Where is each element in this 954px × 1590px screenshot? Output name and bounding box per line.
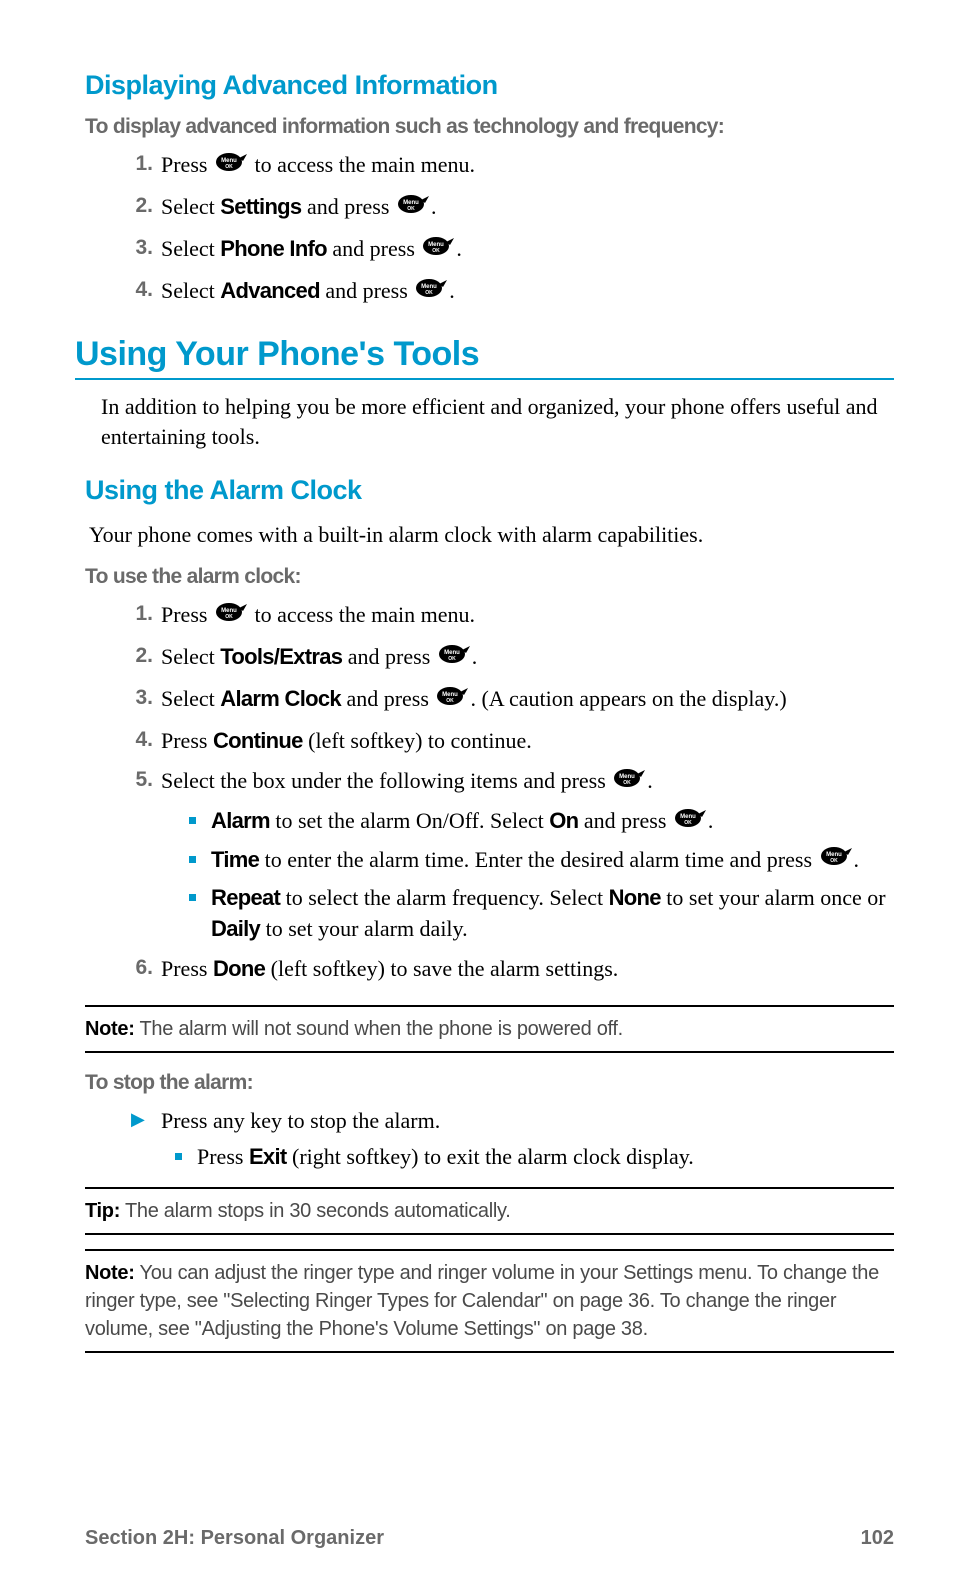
menu-key-icon <box>215 599 247 631</box>
step-2: Select Tools/Extras and press . <box>125 641 894 675</box>
heading-advanced-info: Displaying Advanced Information <box>85 70 894 101</box>
heading-using-tools: Using Your Phone's Tools <box>75 335 894 380</box>
sub-alarm: Alarm to set the alarm On/Off. Select On… <box>189 806 894 838</box>
step-4: Select Advanced and press . <box>125 275 894 309</box>
intro-alarm: Your phone comes with a built-in alarm c… <box>89 520 894 551</box>
step-5: Select the box under the following items… <box>125 765 894 945</box>
menu-key-icon <box>415 275 447 307</box>
menu-key-icon <box>613 765 645 797</box>
menu-key-icon <box>436 683 468 715</box>
heading-alarm-clock: Using the Alarm Clock <box>85 475 894 506</box>
sub-repeat: Repeat to select the alarm frequency. Se… <box>189 883 894 945</box>
menu-key-icon <box>674 806 706 837</box>
step-3: Select Alarm Clock and press . (A cautio… <box>125 683 894 717</box>
sub-exit: Press Exit (right softkey) to exit the a… <box>175 1142 894 1173</box>
intro-tools: In addition to helping you be more effic… <box>101 392 894 454</box>
section-displaying-advanced: Displaying Advanced Information To displ… <box>85 70 894 309</box>
menu-key-icon <box>820 844 852 875</box>
label-to-stop: To stop the alarm: <box>85 1071 894 1095</box>
footer-page-number: 102 <box>861 1527 894 1550</box>
tip-alarm-30s: Tip: The alarm stops in 30 seconds autom… <box>85 1187 894 1235</box>
menu-key-icon <box>438 641 470 673</box>
step-2: Select Settings and press . <box>125 191 894 225</box>
label-to-use: To use the alarm clock: <box>85 565 894 589</box>
section-using-tools: Using Your Phone's Tools In addition to … <box>85 335 894 454</box>
arrow-step: Press any key to stop the alarm. Press E… <box>125 1105 894 1174</box>
note-ringer-settings: Note: You can adjust the ringer type and… <box>85 1249 894 1353</box>
substeps-stop: Press Exit (right softkey) to exit the a… <box>175 1142 894 1173</box>
sub-time: Time to enter the alarm time. Enter the … <box>189 845 894 877</box>
step-3: Select Phone Info and press . <box>125 233 894 267</box>
steps-alarm: Press to access the main menu. Select To… <box>125 599 894 985</box>
menu-key-icon <box>215 149 247 181</box>
page-footer: Section 2H: Personal Organizer 102 <box>85 1527 894 1550</box>
footer-section: Section 2H: Personal Organizer <box>85 1527 384 1550</box>
substeps-alarm: Alarm to set the alarm On/Off. Select On… <box>189 806 894 944</box>
note-alarm-power-off: Note: The alarm will not sound when the … <box>85 1005 894 1053</box>
menu-key-icon <box>397 191 429 223</box>
steps-stop-alarm: Press any key to stop the alarm. Press E… <box>125 1105 894 1174</box>
step-1: Press to access the main menu. <box>125 599 894 633</box>
step-6: Press Done (left softkey) to save the al… <box>125 953 894 985</box>
menu-key-icon <box>422 233 454 265</box>
intro-advanced: To display advanced information such as … <box>85 115 894 139</box>
step-1: Press to access the main menu. <box>125 149 894 183</box>
step-4: Press Continue (left softkey) to continu… <box>125 725 894 757</box>
steps-advanced: Press to access the main menu. Select Se… <box>125 149 894 309</box>
section-alarm-clock: Using the Alarm Clock Your phone comes w… <box>85 475 894 984</box>
